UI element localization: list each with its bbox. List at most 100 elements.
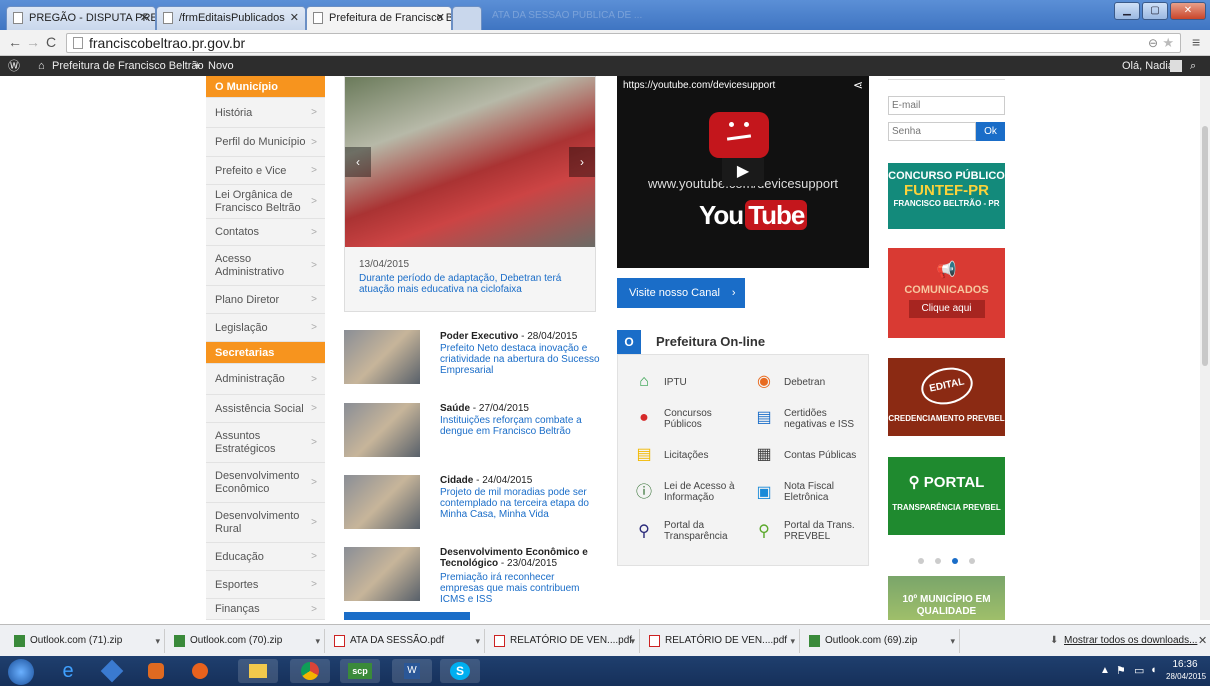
new-tab-button[interactable] bbox=[452, 6, 482, 30]
sidebar-item-assistencia[interactable]: Assistência Social > bbox=[206, 395, 325, 423]
close-icon[interactable]: ✕ bbox=[1198, 634, 1207, 647]
reload-icon[interactable]: C bbox=[46, 34, 56, 50]
sidebar-item-desenv-economico[interactable]: Desenvolvimento Econômico > bbox=[206, 463, 325, 503]
carousel-dot[interactable] bbox=[969, 558, 975, 564]
chevron-down-icon[interactable]: ▾ bbox=[790, 629, 795, 653]
chevron-left-icon[interactable]: ‹ bbox=[345, 147, 371, 177]
sidebar-item-assuntos[interactable]: Assuntos Estratégicos > bbox=[206, 423, 325, 463]
explorer-icon[interactable] bbox=[238, 659, 278, 683]
sidebar-item-esportes[interactable]: Esportes > bbox=[206, 571, 325, 599]
login-ok-button[interactable]: Ok bbox=[976, 122, 1005, 141]
news-thumbnail[interactable] bbox=[344, 475, 420, 529]
avatar[interactable] bbox=[1170, 60, 1182, 72]
agencia-banner[interactable]: 10º MUNICÍPIO EM QUALIDADE bbox=[888, 576, 1005, 620]
news-link[interactable]: Projeto de mil moradias pode ser contemp… bbox=[440, 487, 600, 520]
comunicados-banner[interactable]: 📢 COMUNICADOS Clique aqui bbox=[888, 248, 1005, 338]
tray-arrow-icon[interactable]: ▲ bbox=[1100, 665, 1110, 676]
volume-icon[interactable]: ◖ bbox=[1150, 664, 1157, 676]
skype-icon[interactable]: S bbox=[440, 659, 480, 683]
sidebar-item-financas[interactable]: Finanças > bbox=[206, 599, 325, 620]
sidebar-item-legislacao[interactable]: Legislação > bbox=[206, 314, 325, 342]
news-link[interactable]: Instituições reforçam combate a dengue e… bbox=[440, 415, 600, 437]
edital-banner[interactable]: EDITAL CREDENCIAMENTO PREVBEL bbox=[888, 358, 1005, 436]
close-icon[interactable]: ✕ bbox=[140, 7, 149, 29]
firefox-icon[interactable] bbox=[180, 659, 220, 683]
sidebar-item-desenv-rural[interactable]: Desenvolvimento Rural > bbox=[206, 503, 325, 543]
admin-greeting[interactable]: Olá, Nadia bbox=[1122, 56, 1174, 76]
password-field[interactable] bbox=[888, 122, 976, 141]
scrollbar-thumb[interactable] bbox=[1202, 126, 1208, 366]
chevron-down-icon[interactable]: ▾ bbox=[950, 629, 955, 653]
media-player-icon[interactable] bbox=[136, 659, 176, 683]
forward-icon[interactable]: → bbox=[26, 34, 40, 50]
browser-tab-active[interactable]: Prefeitura de Francisco Be ✕ bbox=[306, 6, 452, 30]
scrollbar[interactable] bbox=[1200, 76, 1210, 620]
chevron-down-icon[interactable]: ▾ bbox=[155, 629, 160, 653]
download-item[interactable]: Outlook.com (70).zip ▾ bbox=[170, 629, 325, 653]
sidebar-item-educacao[interactable]: Educação > bbox=[206, 543, 325, 571]
browser-tab[interactable]: PREGÃO - DISPUTA PREG ✕ bbox=[6, 6, 156, 30]
chevron-down-icon[interactable]: ▾ bbox=[475, 629, 480, 653]
comunicados-button[interactable]: Clique aqui bbox=[908, 300, 985, 318]
download-item[interactable]: Outlook.com (69).zip ▾ bbox=[805, 629, 960, 653]
portal-banner[interactable]: ⚲ PORTAL TRANSPARÊNCIA PREVBEL bbox=[888, 457, 1005, 535]
sidebar-item-administracao[interactable]: Administração > bbox=[206, 364, 325, 395]
carousel-dot-active[interactable] bbox=[952, 558, 958, 564]
menu-icon[interactable]: ≡ bbox=[1192, 34, 1200, 50]
chevron-down-icon[interactable]: ▾ bbox=[630, 629, 635, 653]
scp-icon[interactable]: scp bbox=[340, 659, 380, 683]
close-icon[interactable]: ✕ bbox=[290, 7, 299, 29]
back-icon[interactable]: ← bbox=[8, 34, 22, 50]
chevron-down-icon[interactable]: ▾ bbox=[315, 629, 320, 653]
news-thumbnail[interactable] bbox=[344, 403, 420, 457]
wordpress-icon[interactable]: Ⓦ bbox=[8, 56, 20, 76]
admin-new-link[interactable]: Novo bbox=[208, 56, 234, 76]
featured-news-card[interactable]: ‹ › 13/04/2015 Durante período de adapta… bbox=[344, 76, 596, 312]
url-field[interactable]: franciscobeltrao.pr.gov.br ⊖ ★ bbox=[66, 33, 1181, 53]
close-icon[interactable]: ✕ bbox=[436, 7, 445, 29]
video-url[interactable]: https://youtube.com/devicesupport bbox=[623, 80, 775, 91]
visit-channel-button[interactable]: Visite nosso Canal › bbox=[617, 278, 745, 308]
sidebar-item-plano-diretor[interactable]: Plano Diretor > bbox=[206, 286, 325, 314]
sidebar-item-historia[interactable]: História > bbox=[206, 98, 325, 128]
show-all-downloads-link[interactable]: Mostrar todos os downloads... bbox=[1064, 635, 1197, 646]
chrome-icon[interactable] bbox=[290, 659, 330, 683]
word-icon[interactable]: W bbox=[392, 659, 432, 683]
media-icon[interactable] bbox=[92, 659, 132, 683]
star-icon[interactable]: ★ bbox=[1162, 34, 1174, 52]
news-thumbnail[interactable] bbox=[344, 330, 420, 384]
minimize-button[interactable]: ▁ bbox=[1114, 2, 1140, 20]
download-item[interactable]: ATA DA SESSÃO.pdf ▾ bbox=[330, 629, 485, 653]
download-item[interactable]: Outlook.com (71).zip ▾ bbox=[10, 629, 165, 653]
flag-icon[interactable]: ⚑ bbox=[1116, 664, 1126, 677]
news-link[interactable]: Prefeito Neto destaca inovação e criativ… bbox=[440, 343, 600, 376]
video-player[interactable]: https://youtube.com/devicesupport ⋖ www.… bbox=[617, 76, 869, 268]
start-button[interactable] bbox=[8, 659, 34, 685]
network-icon[interactable]: ▭ bbox=[1134, 664, 1144, 677]
featured-title[interactable]: Durante período de adaptação, Debetran t… bbox=[359, 273, 579, 295]
sidebar-item-prefeito[interactable]: Prefeito e Vice > bbox=[206, 157, 325, 185]
sidebar-item-contatos[interactable]: Contatos > bbox=[206, 219, 325, 246]
download-item[interactable]: RELATÓRIO DE VEN....pdf ▾ bbox=[645, 629, 800, 653]
carousel-dot[interactable] bbox=[918, 558, 924, 564]
news-link[interactable]: Premiação irá reconhecer empresas que ma… bbox=[440, 572, 600, 605]
share-icon[interactable]: ⋖ bbox=[853, 78, 863, 92]
chevron-right-icon[interactable]: › bbox=[569, 147, 595, 177]
maximize-button[interactable]: ▢ bbox=[1142, 2, 1168, 20]
more-news-button[interactable] bbox=[344, 612, 470, 620]
clock[interactable]: 16:36 28/04/2015 bbox=[1166, 659, 1206, 683]
carousel-dot[interactable] bbox=[935, 558, 941, 564]
close-window-button[interactable]: ✕ bbox=[1170, 2, 1206, 20]
sidebar-item-lei-organica[interactable]: Lei Orgânica de Francisco Beltrão > bbox=[206, 185, 325, 219]
internet-explorer-icon[interactable]: e bbox=[48, 659, 88, 683]
search-icon[interactable]: ⌕ bbox=[1190, 56, 1196, 76]
sidebar-item-perfil[interactable]: Perfil do Município > bbox=[206, 128, 325, 157]
concurso-banner[interactable]: CONCURSO PÚBLICO FUNTEF-PR FRANCISCO BEL… bbox=[888, 163, 1005, 229]
browser-tab[interactable]: /frmEditaisPublicados ✕ bbox=[156, 6, 306, 30]
admin-site-link[interactable]: Prefeitura de Francisco Beltrão bbox=[52, 56, 204, 76]
email-field[interactable] bbox=[888, 96, 1005, 115]
zoom-icon[interactable]: ⊖ bbox=[1148, 34, 1158, 52]
sidebar-item-acesso[interactable]: Acesso Administrativo > bbox=[206, 246, 325, 286]
news-thumbnail[interactable] bbox=[344, 547, 420, 601]
play-icon[interactable]: ▶ bbox=[722, 158, 764, 186]
